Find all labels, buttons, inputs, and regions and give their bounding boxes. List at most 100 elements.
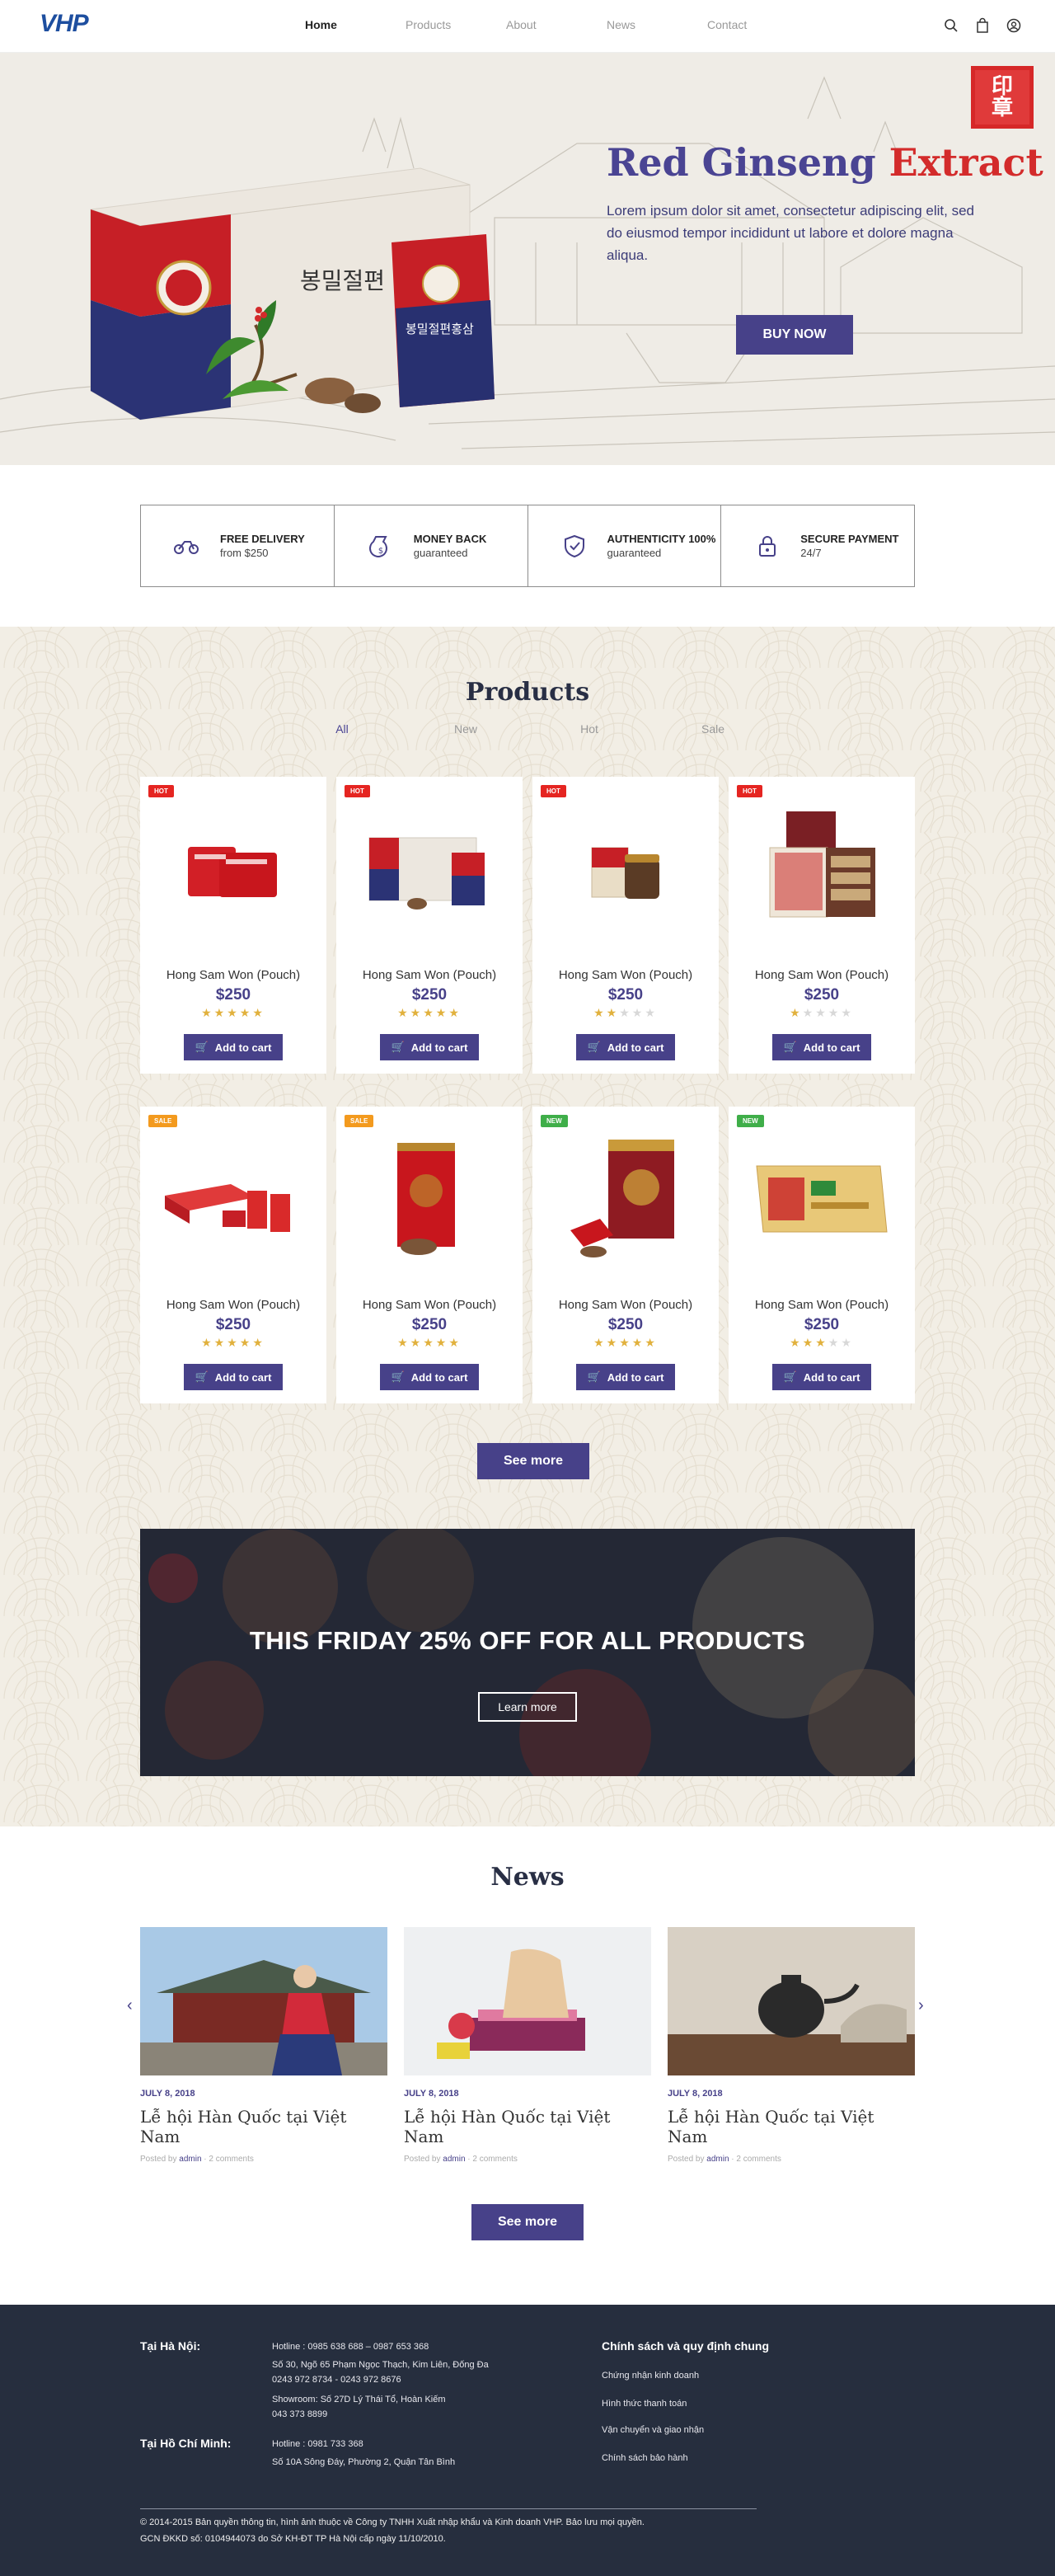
learn-more-button[interactable]: Learn more	[478, 1692, 577, 1722]
news-author[interactable]: admin	[443, 2155, 465, 2164]
news-headline[interactable]: Lễ hội Hàn Quốc tại Việt Nam	[404, 2107, 651, 2146]
news-card[interactable]: JULY 8, 2018 Lễ hội Hàn Quốc tại Việt Na…	[668, 1927, 915, 2164]
product-card[interactable]: SALE Hong Sam Won (Pouch) $250 ★★★★★ 🛒 Ad…	[140, 1107, 326, 1403]
footer-divider	[140, 2508, 757, 2509]
product-name[interactable]: Hong Sam Won (Pouch)	[729, 968, 915, 982]
nav-contact[interactable]: Contact	[707, 18, 808, 31]
add-to-cart-button[interactable]: 🛒 Add to cart	[772, 1364, 871, 1390]
add-to-cart-button[interactable]: 🛒 Add to cart	[772, 1034, 871, 1060]
rating-stars: ★★★★★	[397, 1006, 462, 1019]
hcm-label: Tại Hồ Chí Minh:	[140, 2437, 232, 2450]
hot-badge: HOT	[737, 785, 762, 797]
product-name[interactable]: Hong Sam Won (Pouch)	[729, 1298, 915, 1312]
product-price: $250	[215, 1316, 251, 1333]
user-icon[interactable]	[1006, 17, 1022, 34]
product-card[interactable]: HOT Hong Sam Won (Pouch) $250 ★★★★★ 🛒 Add…	[336, 777, 523, 1074]
news-meta: Posted by admin · 2 comments	[668, 2155, 781, 2164]
policy-link-business-cert[interactable]: Chứng nhận kinh doanh	[602, 2371, 699, 2381]
news-headline[interactable]: Lễ hội Hàn Quốc tại Việt Nam	[140, 2107, 387, 2146]
feature-subtitle: 24/7	[800, 547, 822, 559]
product-name[interactable]: Hong Sam Won (Pouch)	[140, 1298, 326, 1312]
add-to-cart-label: Add to cart	[607, 1370, 664, 1384]
tab-hot[interactable]: Hot	[528, 722, 651, 736]
feature-title: FREE DELIVERY	[220, 533, 305, 545]
add-to-cart-button[interactable]: 🛒 Add to cart	[184, 1364, 283, 1390]
shopping-bag-icon[interactable]	[974, 17, 991, 34]
hanoi-label: Tại Hà Nội:	[140, 2339, 201, 2353]
tab-new[interactable]: New	[404, 722, 528, 736]
product-name[interactable]: Hong Sam Won (Pouch)	[140, 968, 326, 982]
nav-products[interactable]: Products	[406, 18, 506, 31]
news-headline[interactable]: Lễ hội Hàn Quốc tại Việt Nam	[668, 2107, 915, 2146]
news-comments[interactable]: 2 comments	[209, 2155, 253, 2164]
news-comments[interactable]: 2 comments	[472, 2155, 517, 2164]
rating-stars: ★★★★★	[593, 1006, 658, 1019]
add-to-cart-label: Add to cart	[214, 1370, 272, 1384]
new-badge: NEW	[737, 1115, 764, 1127]
add-to-cart-label: Add to cart	[607, 1041, 664, 1054]
ginseng-product-image: 봉밀절편 봉밀절편홍삼	[90, 167, 495, 421]
news-title: News	[490, 1863, 565, 1892]
box-korean-text: 봉밀절편	[300, 267, 385, 294]
product-name[interactable]: Hong Sam Won (Pouch)	[532, 1298, 719, 1312]
product-price: $250	[607, 1316, 644, 1333]
rating-stars: ★★★★★	[593, 1336, 658, 1349]
product-name[interactable]: Hong Sam Won (Pouch)	[336, 1298, 523, 1312]
product-card[interactable]: NEW Hong Sam Won (Pouch) $250 ★★★★★ 🛒 Add…	[532, 1107, 719, 1403]
product-card[interactable]: HOT Hong Sam Won (Pouch) $250 ★★★★★ 🛒 Add…	[140, 777, 326, 1074]
add-to-cart-label: Add to cart	[410, 1370, 468, 1384]
product-card[interactable]: HOT Hong Sam Won (Pouch) $250 ★★★★★ 🛒 Add…	[532, 777, 719, 1074]
feature-secure-payment: SECURE PAYMENT 24/7	[721, 505, 914, 586]
see-more-news-button[interactable]: See more	[471, 2204, 584, 2240]
buy-now-button[interactable]: BUY NOW	[736, 315, 853, 355]
tab-sale[interactable]: Sale	[651, 722, 775, 736]
product-price: $250	[411, 1316, 448, 1333]
logo[interactable]: VHP	[40, 10, 89, 38]
nav-home[interactable]: Home	[305, 18, 406, 31]
news-author[interactable]: admin	[179, 2155, 201, 2164]
product-card[interactable]: SALE Hong Sam Won (Pouch) $250 ★★★★★ 🛒 Ad…	[336, 1107, 523, 1403]
add-to-cart-button[interactable]: 🛒 Add to cart	[380, 1034, 479, 1060]
news-image[interactable]	[668, 1927, 915, 2075]
product-name[interactable]: Hong Sam Won (Pouch)	[336, 968, 523, 982]
add-to-cart-button[interactable]: 🛒 Add to cart	[184, 1034, 283, 1060]
policy-link-shipping[interactable]: Vận chuyển và giao nhận	[602, 2425, 704, 2435]
rating-stars: ★★★★★	[397, 1336, 462, 1349]
see-more-products-button[interactable]: See more	[477, 1443, 589, 1479]
news-image[interactable]	[140, 1927, 387, 2075]
add-to-cart-button[interactable]: 🛒 Add to cart	[576, 1364, 675, 1390]
policy-link-payment[interactable]: Hình thức thanh toán	[602, 2399, 687, 2409]
feature-money-back: $ MONEY BACK guaranteed	[335, 505, 528, 586]
product-name[interactable]: Hong Sam Won (Pouch)	[532, 968, 719, 982]
chevron-right-icon[interactable]: ›	[918, 1996, 924, 2015]
nav-about[interactable]: About	[506, 18, 607, 31]
tab-all[interactable]: All	[280, 722, 404, 736]
news-image[interactable]	[404, 1927, 651, 2075]
promo-banner: THIS FRIDAY 25% OFF FOR ALL PRODUCTS Lea…	[140, 1529, 915, 1776]
product-image	[397, 1143, 455, 1255]
nav-news[interactable]: News	[607, 18, 707, 31]
product-image	[165, 1184, 290, 1232]
hot-badge: HOT	[345, 785, 370, 797]
news-date: JULY 8, 2018	[404, 2089, 459, 2099]
product-card[interactable]: NEW Hong Sam Won (Pouch) $250 ★★★★★ 🛒 Add…	[729, 1107, 915, 1403]
delivery-icon	[174, 541, 199, 554]
news-section: News ‹ › JULY 8, 2018 Lễ hội Hàn Quốc tạ…	[0, 1826, 1055, 2305]
policy-link-warranty[interactable]: Chính sách bảo hành	[602, 2453, 688, 2463]
add-to-cart-button[interactable]: 🛒 Add to cart	[380, 1364, 479, 1390]
chevron-left-icon[interactable]: ‹	[127, 1996, 133, 2015]
product-card[interactable]: HOT Hong Sam Won (Pouch) $250 ★★★★★ 🛒 Add…	[729, 777, 915, 1074]
cart-icon: 🛒	[195, 1370, 209, 1383]
news-meta: Posted by admin · 2 comments	[140, 2155, 254, 2164]
rating-stars: ★★★★★	[790, 1336, 854, 1349]
news-author[interactable]: admin	[706, 2155, 729, 2164]
news-card[interactable]: JULY 8, 2018 Lễ hội Hàn Quốc tại Việt Na…	[140, 1927, 387, 2164]
news-card[interactable]: JULY 8, 2018 Lễ hội Hàn Quốc tại Việt Na…	[404, 1927, 651, 2164]
posted-by-label: Posted by	[140, 2155, 177, 2164]
shield-check-icon	[564, 534, 584, 558]
news-comments[interactable]: 2 comments	[736, 2155, 781, 2164]
posted-by-label: Posted by	[668, 2155, 705, 2164]
search-icon[interactable]	[943, 17, 959, 34]
add-to-cart-button[interactable]: 🛒 Add to cart	[576, 1034, 675, 1060]
hcm-hotline: Hotline : 0981 733 368	[272, 2439, 363, 2449]
